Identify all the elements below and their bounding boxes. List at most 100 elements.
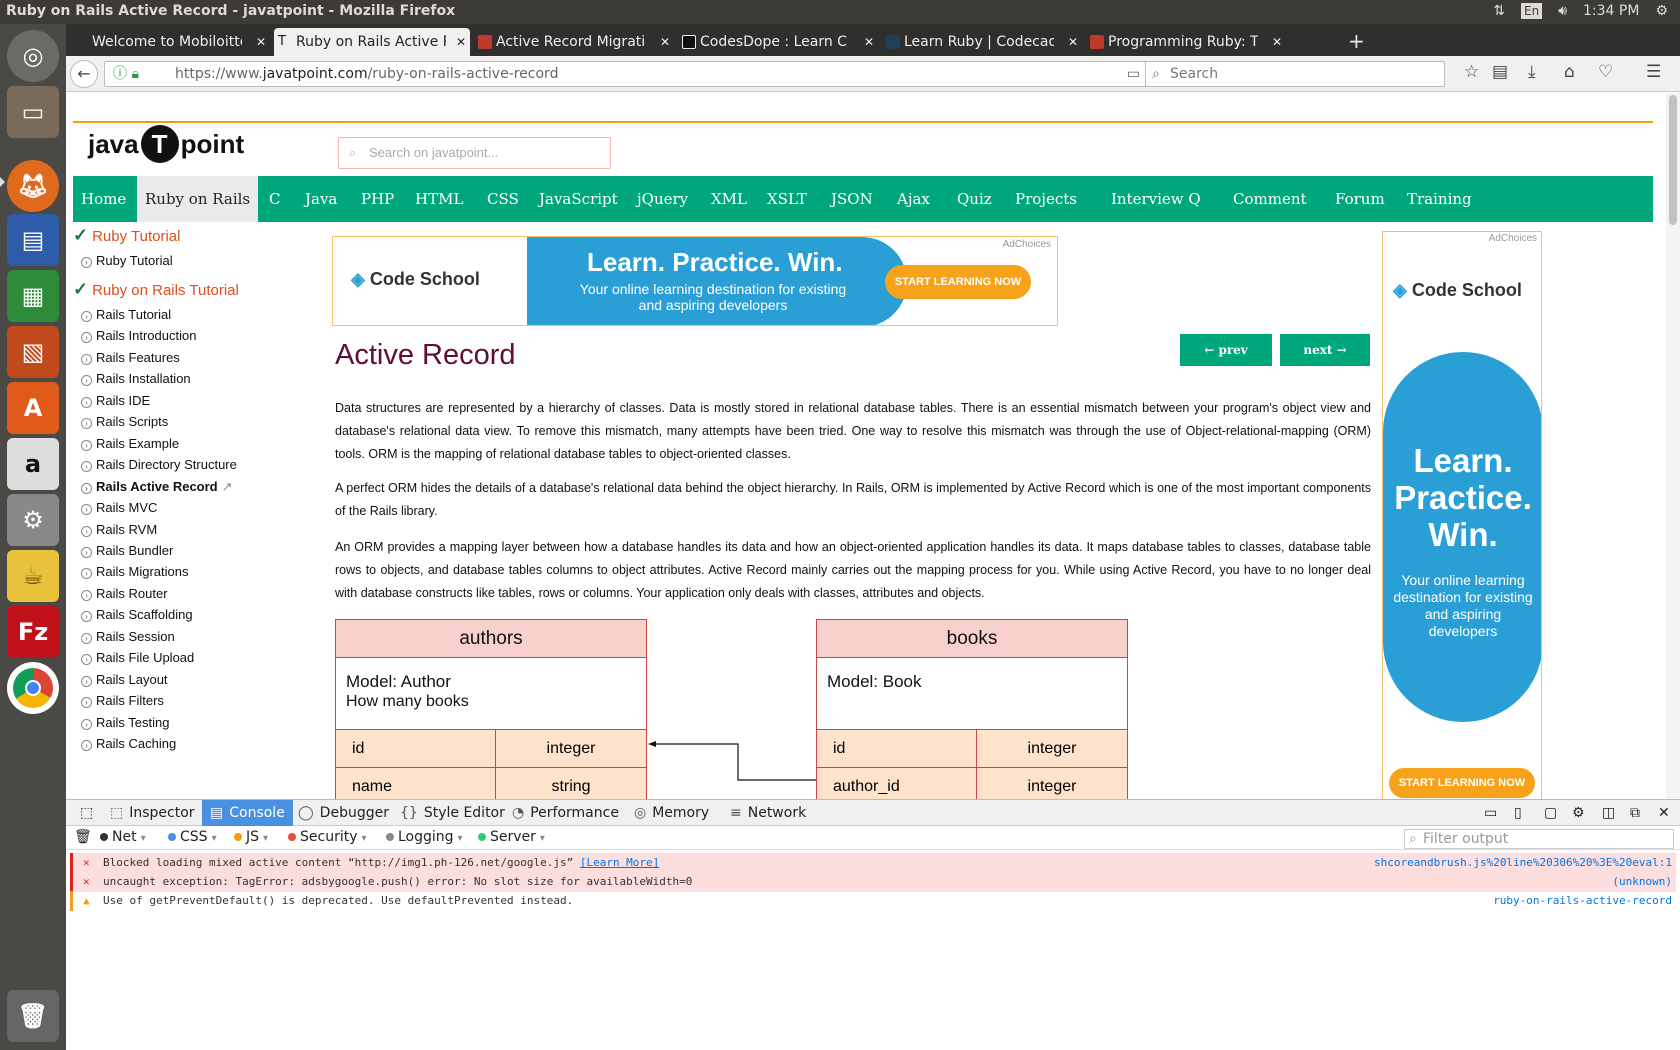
- url-bar[interactable]: ⓘ 🔒︎ https://www.javatpoint.com/ruby-on-…: [104, 61, 1174, 87]
- sidebar-item[interactable]: › Ruby Tutorial: [81, 253, 173, 268]
- sidebar-item-rails-router[interactable]: › Rails Router: [81, 586, 168, 601]
- software-center-icon[interactable]: A: [7, 382, 59, 434]
- filter-output-input[interactable]: ⌕ Filter output: [1404, 829, 1674, 849]
- right-sidebar-ad[interactable]: AdChoices ◈ Code School Learn. Practice.…: [1382, 231, 1542, 799]
- sidebar-item-rails-features[interactable]: › Rails Features: [81, 350, 180, 365]
- tab-ruby-on-rails-active-record[interactable]: T Ruby on Rails Active Re ✕: [274, 28, 470, 56]
- sidebar-item-rails-testing[interactable]: › Rails Testing: [81, 715, 169, 730]
- filter-server[interactable]: Server ▾: [478, 829, 545, 845]
- new-tab-button[interactable]: +: [1348, 28, 1365, 54]
- close-tab-icon[interactable]: ✕: [1068, 28, 1078, 56]
- chrome-icon[interactable]: [7, 662, 59, 714]
- sidebar-item-rails-ide[interactable]: › Rails IDE: [81, 393, 150, 408]
- downloads-icon[interactable]: ⤓: [1528, 62, 1536, 82]
- sidebar-item-rails-filters[interactable]: › Rails Filters: [81, 693, 164, 709]
- filezilla-icon[interactable]: Fz: [7, 606, 59, 658]
- dropdown-chevron-icon[interactable]: ▾: [141, 833, 146, 844]
- console-message-error[interactable]: ✕ Blocked loading mixed active content “h…: [70, 853, 1676, 873]
- sidebar-item-rails-rvm[interactable]: › Rails RVM: [81, 522, 157, 537]
- top-banner-ad[interactable]: AdChoices ◈ Code School Learn. Practice.…: [332, 236, 1058, 326]
- network-updown-icon[interactable]: ⇅: [1493, 3, 1505, 19]
- filter-css[interactable]: CSS ▾: [168, 829, 217, 845]
- close-tab-icon[interactable]: ✕: [456, 28, 466, 56]
- back-button[interactable]: ←: [70, 60, 98, 88]
- sidebar-item-rails-tutorial[interactable]: › Rails Tutorial: [81, 307, 171, 322]
- menu-ajax[interactable]: Ajax: [889, 176, 938, 222]
- tab-codesdope[interactable]: CodesDope : Learn C C ✕: [678, 28, 878, 56]
- home-icon[interactable]: ⌂: [1564, 62, 1575, 82]
- menu-xslt[interactable]: XSLT: [759, 176, 815, 222]
- menu-interview-q[interactable]: Interview Q: [1103, 176, 1209, 222]
- libreoffice-calc-icon[interactable]: ▦: [7, 270, 59, 322]
- adchoices-label[interactable]: AdChoices: [1003, 239, 1051, 250]
- menu-java[interactable]: Java: [297, 176, 345, 222]
- sidebar-item-rails-scaffolding[interactable]: › Rails Scaffolding: [81, 607, 193, 623]
- menu-ruby-on-rails[interactable]: Ruby on Rails: [137, 176, 259, 222]
- settings-gear-icon[interactable]: ⚙: [1655, 3, 1668, 19]
- sidebar-heading-rails-tutorial[interactable]: ✓ Ruby on Rails Tutorial: [73, 279, 239, 300]
- site-info-lock-icon[interactable]: ⓘ 🔒︎: [113, 62, 139, 86]
- filter-net[interactable]: Net ▾: [100, 829, 146, 845]
- reading-list-icon[interactable]: ▤: [1492, 62, 1508, 82]
- devtools-settings-icon[interactable]: ⚙: [1564, 800, 1593, 826]
- close-tab-icon[interactable]: ✕: [256, 28, 266, 56]
- dropdown-chevron-icon[interactable]: ▾: [458, 833, 463, 844]
- bookmark-star-icon[interactable]: ☆: [1464, 62, 1479, 82]
- dropdown-chevron-icon[interactable]: ▾: [362, 833, 367, 844]
- menu-quiz[interactable]: Quiz: [949, 176, 1000, 222]
- sidebar-item-rails-example[interactable]: › Rails Example: [81, 436, 179, 451]
- separate-window-icon[interactable]: ⧉: [1622, 800, 1648, 826]
- ad-cta-button[interactable]: START LEARNING NOW: [1389, 768, 1535, 798]
- files-icon[interactable]: ▭: [7, 86, 59, 138]
- menu-php[interactable]: PHP: [353, 176, 402, 222]
- devtools-tab-debugger[interactable]: ◯ Debugger: [290, 800, 397, 826]
- devtools-tab-memory[interactable]: ◎ Memory: [626, 800, 717, 826]
- menu-training[interactable]: Training: [1399, 176, 1480, 222]
- firefox-icon[interactable]: 🦊︎: [7, 160, 59, 212]
- sidebar-item-rails-introduction[interactable]: › Rails Introduction: [81, 328, 196, 344]
- sidebar-item-rails-layout[interactable]: › Rails Layout: [81, 672, 168, 687]
- ad-cta-button[interactable]: START LEARNING NOW: [885, 265, 1031, 299]
- dropdown-chevron-icon[interactable]: ▾: [540, 833, 545, 844]
- console-message-warn[interactable]: ▲ Use of getPreventDefault() is deprecate…: [70, 891, 1676, 911]
- menu-xml[interactable]: XML: [703, 176, 755, 222]
- next-button[interactable]: next →: [1280, 334, 1370, 366]
- sidebar-item-rails-caching[interactable]: › Rails Caching: [81, 736, 176, 751]
- filter-js[interactable]: JS ▾: [234, 829, 268, 845]
- scrollbar-thumb[interactable]: [1669, 95, 1677, 225]
- page-scrollbar[interactable]: [1666, 93, 1680, 799]
- libreoffice-impress-icon[interactable]: ▧: [7, 326, 59, 378]
- sidebar-item-rails-migrations[interactable]: › Rails Migrations: [81, 564, 188, 580]
- filter-logging[interactable]: Logging ▾: [386, 829, 463, 845]
- amazon-icon[interactable]: a: [7, 438, 59, 490]
- menu-html[interactable]: HTML: [407, 176, 471, 222]
- devtools-tab-style-editor[interactable]: {} Style Editor: [392, 800, 513, 826]
- menu-css[interactable]: CSS: [479, 176, 527, 222]
- tab-programming-ruby[interactable]: Programming Ruby: Th ✕: [1086, 28, 1286, 56]
- menu-javascript[interactable]: JavaScript: [531, 176, 626, 222]
- sidebar-item-rails-installation[interactable]: › Rails Installation: [81, 371, 191, 387]
- sidebar-item-rails-mvc[interactable]: › Rails MVC: [81, 500, 157, 516]
- sidebar-item-rails-scripts[interactable]: › Rails Scripts: [81, 414, 168, 430]
- dropdown-chevron-icon[interactable]: ▾: [263, 833, 268, 844]
- learn-more-link[interactable]: [Learn More]: [580, 856, 659, 869]
- menu-jquery[interactable]: jQuery: [629, 176, 696, 222]
- menu-projects[interactable]: Projects: [1007, 176, 1085, 222]
- menu-comment[interactable]: Comment: [1225, 176, 1315, 222]
- browser-search-input[interactable]: ⌕ Search: [1145, 61, 1445, 87]
- keyboard-language-indicator[interactable]: En: [1521, 3, 1543, 19]
- scratchpad-icon[interactable]: ▯: [1506, 800, 1530, 826]
- filter-security[interactable]: Security ▾: [288, 829, 367, 845]
- clear-console-trash-icon[interactable]: 🗑︎: [74, 829, 92, 845]
- menu-json[interactable]: JSON: [823, 176, 881, 222]
- sidebar-item-rails-session[interactable]: › Rails Session: [81, 629, 175, 644]
- responsive-design-icon[interactable]: ▭: [1476, 800, 1505, 826]
- trash-icon[interactable]: 🗑︎: [7, 990, 59, 1042]
- tab-welcome-mobiloitte[interactable]: Welcome to Mobiloitte ✕: [70, 28, 270, 56]
- dash-home-icon[interactable]: ◎: [7, 30, 59, 82]
- devtools-tab-inspector[interactable]: ⬚ Inspector: [102, 800, 203, 826]
- close-tab-icon[interactable]: ✕: [660, 28, 670, 56]
- console-source-link[interactable]: ruby-on-rails-active-record: [1493, 891, 1672, 911]
- menu-forum[interactable]: Forum: [1327, 176, 1393, 222]
- dock-side-icon[interactable]: ◫: [1594, 800, 1623, 826]
